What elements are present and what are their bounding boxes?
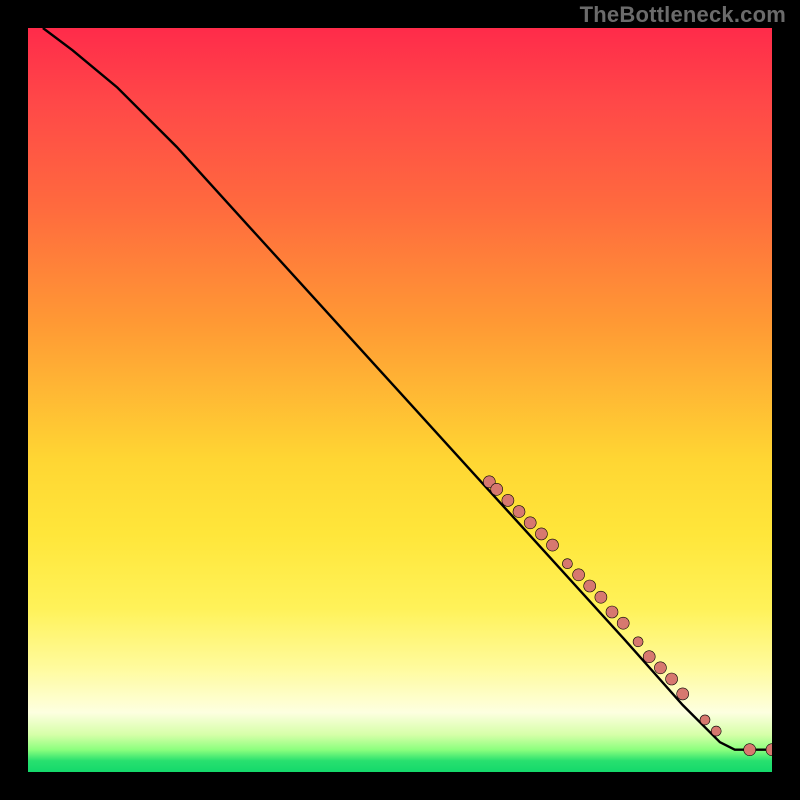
data-point	[573, 569, 585, 581]
bottleneck-curve	[43, 28, 772, 750]
data-point	[711, 726, 721, 736]
data-point	[666, 673, 678, 685]
chart-frame: TheBottleneck.com	[0, 0, 800, 800]
data-point	[654, 662, 666, 674]
data-point	[595, 591, 607, 603]
data-point	[535, 528, 547, 540]
data-point	[617, 617, 629, 629]
data-point	[562, 559, 572, 569]
data-point	[633, 637, 643, 647]
data-point	[524, 517, 536, 529]
watermark-text: TheBottleneck.com	[580, 2, 786, 28]
data-point	[606, 606, 618, 618]
data-point	[700, 715, 710, 725]
plot-area	[28, 28, 772, 772]
data-point	[547, 539, 559, 551]
chart-svg	[28, 28, 772, 772]
data-point	[491, 483, 503, 495]
data-point	[766, 744, 772, 756]
data-point	[744, 744, 756, 756]
data-point	[677, 688, 689, 700]
data-point	[643, 651, 655, 663]
data-point	[502, 494, 514, 506]
data-point	[513, 506, 525, 518]
data-point	[584, 580, 596, 592]
data-points	[483, 476, 772, 756]
